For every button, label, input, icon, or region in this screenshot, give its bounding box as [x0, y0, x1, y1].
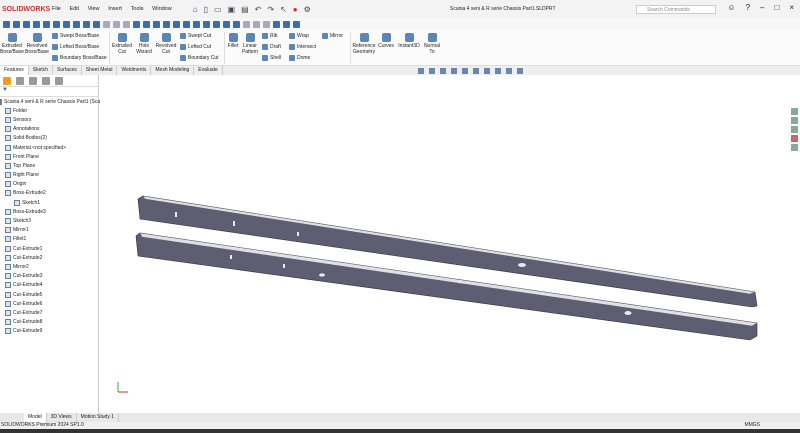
triad-icon [117, 382, 128, 393]
status-bar: SOLIDWORKS Premium 2024 SP1.0 MMGS [0, 422, 800, 429]
graphics-area[interactable] [0, 0, 800, 433]
tab-model[interactable]: Model [24, 413, 47, 422]
model-tabs: Model 3D Views Motion Study 1 [0, 413, 800, 422]
desktop-background [0, 429, 800, 433]
tab-3d-views[interactable]: 3D Views [47, 413, 77, 422]
product-version: SOLIDWORKS Premium 2024 SP1.0 [1, 422, 84, 428]
units-selector[interactable]: MMGS [744, 422, 760, 429]
tab-motion-study[interactable]: Motion Study 1 [77, 413, 120, 422]
